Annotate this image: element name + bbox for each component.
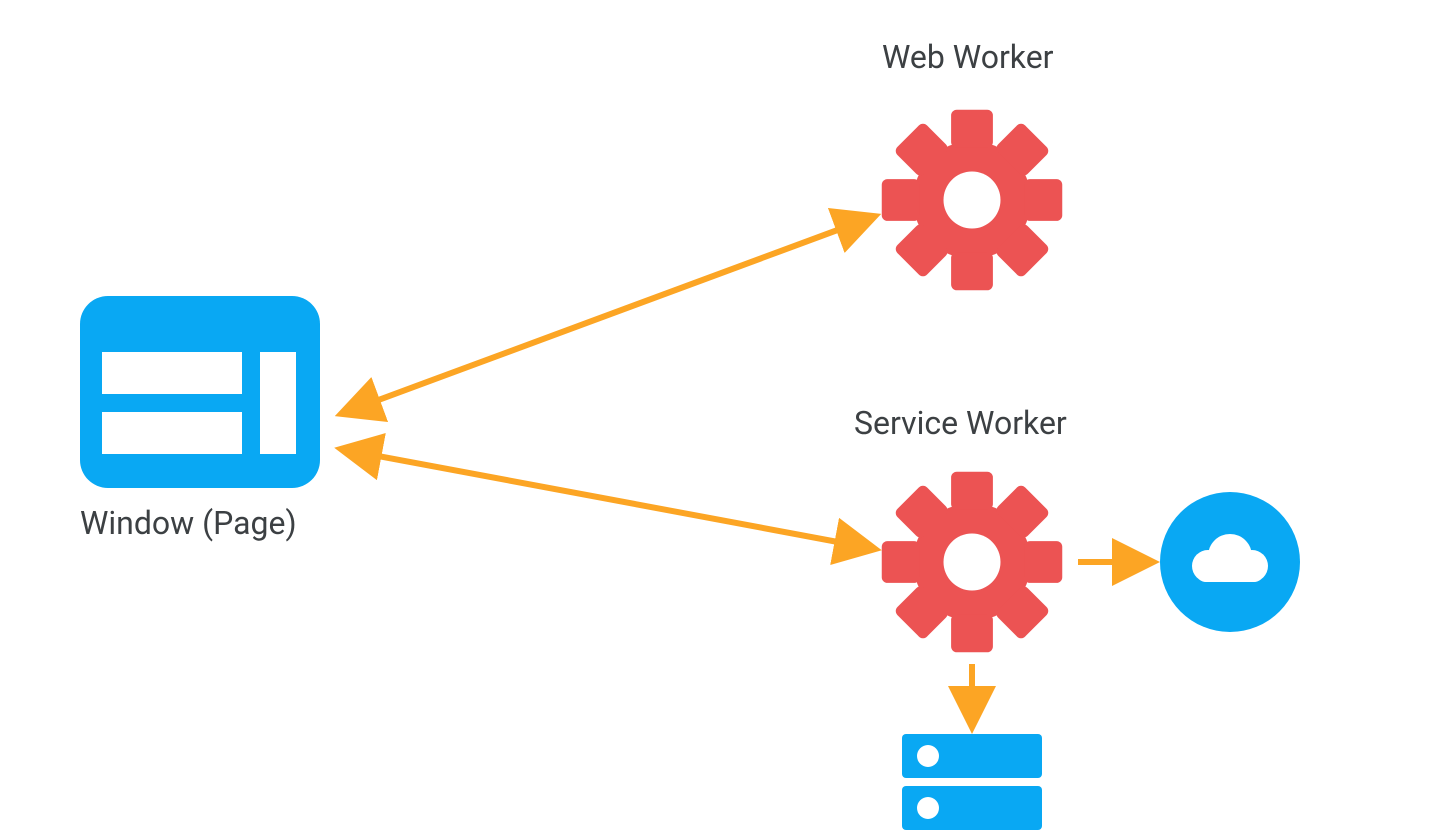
window-page-icon <box>80 296 320 488</box>
server-stack-icon <box>902 734 1042 830</box>
service-worker-label: Service Worker <box>854 404 1067 442</box>
window-page-label: Window (Page) <box>80 504 297 542</box>
architecture-diagram <box>0 0 1456 836</box>
web-worker-label: Web Worker <box>882 38 1054 76</box>
arrow-window-webworker <box>346 218 870 412</box>
service-worker-gear-icon <box>844 434 1099 689</box>
web-worker-gear-icon <box>844 72 1099 327</box>
arrow-window-serviceworker <box>346 450 870 548</box>
cloud-icon <box>1160 492 1300 632</box>
